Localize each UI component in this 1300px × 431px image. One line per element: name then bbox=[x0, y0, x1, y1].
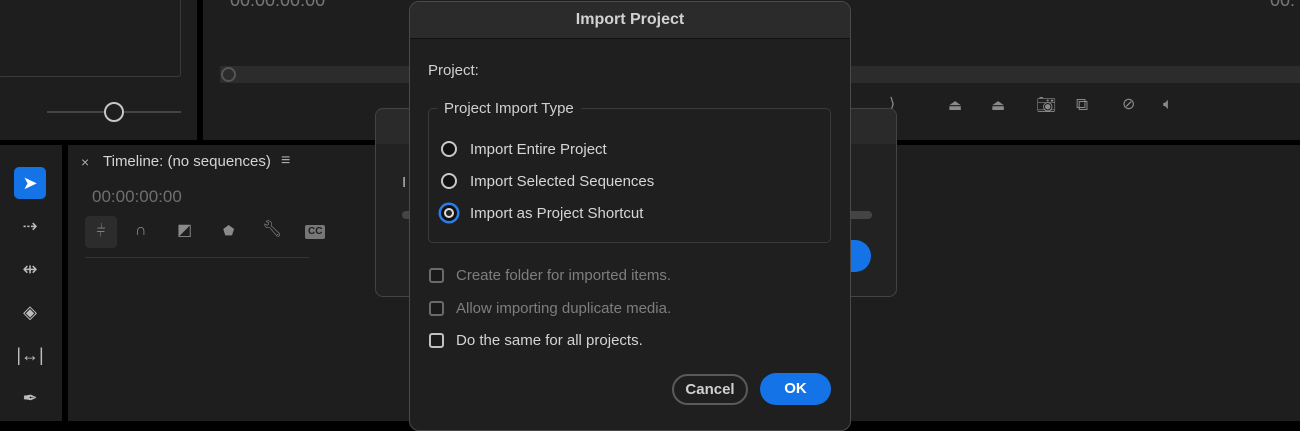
ripple-edit-tool[interactable]: ⇹ bbox=[14, 253, 46, 285]
same-for-all-checkbox[interactable] bbox=[429, 333, 444, 348]
wrench-icon[interactable]: 🔧︎ bbox=[262, 222, 282, 238]
create-folder-checkbox[interactable] bbox=[429, 268, 444, 283]
source-monitor-frame bbox=[0, 0, 181, 77]
slip-tool[interactable]: |↔| bbox=[14, 339, 46, 371]
extract-icon[interactable]: ⏏ bbox=[991, 98, 1005, 113]
project-label: Project: bbox=[428, 62, 479, 79]
timeline-title[interactable]: Timeline: (no sequences) bbox=[103, 153, 271, 170]
zoom-slider-knob[interactable] bbox=[104, 102, 124, 122]
pen-tool[interactable]: ✒ bbox=[14, 382, 46, 414]
volume-icon[interactable]: 🔈︎ bbox=[1163, 97, 1173, 113]
dialog-title: Import Project bbox=[575, 11, 685, 28]
radio-import-selected-sequences[interactable] bbox=[441, 173, 457, 189]
insert-overwrite-icon[interactable]: ⫩ bbox=[85, 216, 117, 248]
comparison-view-icon[interactable]: ⧉ bbox=[1076, 96, 1088, 113]
option-label[interactable]: Import Entire Project bbox=[470, 141, 607, 158]
checkbox-label: Create folder for imported items. bbox=[456, 267, 672, 284]
lift-icon[interactable]: ⏏ bbox=[948, 98, 962, 113]
track-select-forward-tool[interactable]: ⇢ bbox=[14, 210, 46, 242]
ok-button[interactable]: OK bbox=[760, 373, 831, 405]
checkbox-label: Allow importing duplicate media. bbox=[456, 300, 672, 317]
source-monitor-panel bbox=[0, 0, 197, 140]
program-timecode: 00:00:00:00 bbox=[230, 0, 326, 10]
checkbox-label[interactable]: Do the same for all projects. bbox=[456, 332, 643, 349]
cancel-button[interactable]: Cancel bbox=[672, 374, 748, 405]
camera-icon[interactable]: 📷︎ bbox=[1036, 98, 1056, 114]
snap-icon[interactable]: ∩ bbox=[135, 223, 147, 239]
timeline-close-icon[interactable]: × bbox=[81, 154, 89, 170]
tools-panel: ➤ ⇢ ⇹ ◈ |↔| ✒ bbox=[0, 145, 62, 421]
allow-duplicates-checkbox[interactable] bbox=[429, 301, 444, 316]
radio-import-entire-project[interactable] bbox=[441, 141, 457, 157]
captions-icon[interactable]: CC bbox=[305, 225, 326, 239]
proxy-toggle-icon[interactable]: ⊘ bbox=[1122, 97, 1135, 113]
selection-tool[interactable]: ➤ bbox=[14, 167, 46, 199]
background-dialog-text: I bbox=[402, 174, 407, 191]
playhead-knob[interactable] bbox=[221, 67, 236, 82]
dialog-titlebar: Import Project bbox=[410, 2, 850, 39]
import-type-group-label: Project Import Type bbox=[437, 100, 581, 117]
timeline-menu-icon[interactable]: ≡ bbox=[281, 152, 290, 170]
radio-selected-dot bbox=[446, 210, 452, 216]
linked-selection-icon[interactable]: ◩ bbox=[177, 223, 192, 239]
marker-icon[interactable]: ⬟ bbox=[223, 224, 234, 237]
razor-tool[interactable]: ◈ bbox=[14, 296, 46, 328]
option-label[interactable]: Import as Project Shortcut bbox=[470, 205, 643, 222]
timeline-divider bbox=[85, 257, 309, 258]
program-timecode-right: 00: bbox=[1270, 0, 1296, 10]
option-label[interactable]: Import Selected Sequences bbox=[470, 173, 654, 190]
timeline-timecode[interactable]: 00:00:00:00 bbox=[92, 187, 182, 207]
